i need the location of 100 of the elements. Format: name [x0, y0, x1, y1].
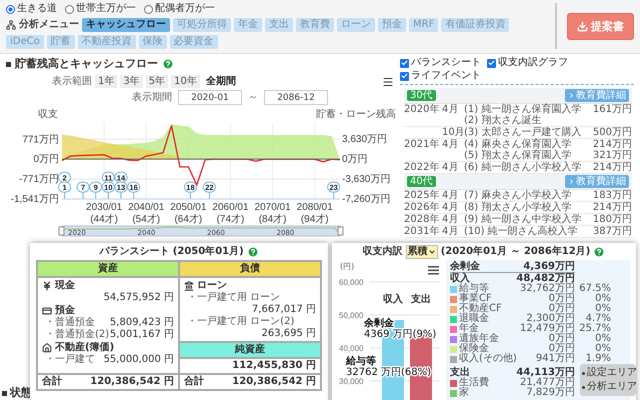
summary-label: 収入 — [450, 273, 470, 284]
tick-label: 771万円 — [22, 134, 59, 146]
mode-select[interactable]: 累積 — [406, 245, 438, 259]
menu-icon[interactable] — [382, 76, 394, 88]
card-icon — [42, 306, 52, 316]
date-field[interactable]: 2020-01 — [178, 90, 242, 105]
range-button[interactable]: 全期間 — [202, 75, 239, 88]
age-badge: 40代 — [407, 176, 436, 187]
radio-button[interactable] — [65, 4, 74, 14]
separator: ～ — [248, 92, 258, 104]
event-amount: 214万円 — [592, 162, 632, 173]
checkbox[interactable] — [487, 58, 496, 68]
help-icon[interactable] — [162, 58, 174, 70]
section-title: 貯蓄残高とキャッシュフロー — [15, 58, 158, 70]
checkbox-label[interactable]: 収支内訳グラフ — [498, 57, 568, 69]
item-label: ・一戸建て用 ローン(2) — [187, 316, 294, 328]
bullet-icon — [582, 372, 585, 374]
radio-label[interactable]: 生きる道 — [17, 3, 57, 15]
event-amount: 500万円 — [592, 127, 632, 138]
age-badge: 30代 — [407, 90, 436, 101]
item-amount: 55,000,000 円 — [104, 354, 174, 366]
checkbox[interactable] — [400, 72, 409, 80]
range-button[interactable]: 3年 — [120, 75, 143, 88]
checkbox-label[interactable]: ライフイベント — [411, 70, 481, 82]
year-cell: 2025年 — [404, 190, 440, 201]
checkbox[interactable] — [400, 58, 409, 68]
legend-label: 事業CF — [459, 294, 492, 304]
event-label: (10) 純一朗さん高校入学 — [464, 226, 578, 237]
download-icon — [577, 20, 588, 32]
total-label: 合計 — [184, 376, 204, 388]
item-amount: 54,575,952 円 — [104, 292, 174, 304]
event-label: (1) 純一朗さん保育園入学 — [464, 104, 582, 115]
legend-label: 遺族年金 — [459, 334, 500, 344]
legend-amount: 32,762万円 — [520, 284, 575, 294]
month-cell: 4月 — [442, 214, 458, 225]
month-cell: 4月 — [442, 226, 458, 237]
item-amount: 5,809,423 円 — [110, 317, 174, 329]
event-label: (8) 翔太さん小学校入学 — [464, 202, 572, 213]
event-label: (6) 純一朗さん小学校入学 — [464, 162, 582, 173]
radio-button[interactable] — [144, 4, 153, 14]
tooltip-text[interactable]: 分析エリア — [587, 381, 637, 393]
event-label: (3) 太郎さん一戸建て購入 — [464, 127, 582, 138]
legend-amount: 0万円 — [548, 294, 575, 304]
range-button[interactable]: 10年 — [171, 75, 200, 88]
legend-share: 0% — [595, 304, 611, 314]
item-amount: 7,667,017 円 — [252, 304, 316, 316]
summary-amount: 44,113万円 — [516, 367, 575, 378]
tick-label: 2040/01 — [128, 202, 164, 213]
tick-label: 50,000 — [339, 311, 364, 320]
legend-amount: 941万円 — [536, 354, 575, 364]
checkbox-label[interactable]: バランスシート — [411, 57, 481, 69]
month-cell: 4月 — [442, 104, 458, 115]
total-amount: 120,386,542 円 — [90, 376, 174, 388]
legend-label: 家 — [459, 388, 470, 398]
age-label: (54才) — [132, 214, 160, 225]
navigator-handle[interactable] — [58, 226, 64, 236]
legend-share: 0% — [595, 344, 611, 354]
month-cell: 4月 — [442, 190, 458, 201]
legend-amount: 21,477万円 — [520, 378, 575, 388]
event-amount: 387万円 — [592, 226, 632, 237]
radio-button[interactable] — [6, 4, 15, 14]
tick-label: 3,630万円 — [342, 134, 388, 146]
event-label: (9) 純一朗さん中学校入学 — [464, 214, 582, 225]
event-amount: 321万円 — [592, 150, 632, 161]
period-text: (2020年01月 ～ 2086年12月) — [440, 246, 590, 258]
group-title: 不動産(簿価) — [55, 342, 114, 354]
column-header: 純資産 — [180, 343, 320, 357]
column-header: 負債 — [180, 262, 320, 276]
navigator-handle[interactable] — [338, 226, 344, 236]
event-amount: 214万円 — [592, 139, 632, 150]
event-amount: 214万円 — [592, 202, 632, 213]
month-cell: 4月 — [442, 139, 458, 150]
tick-label: 2060/01 — [212, 202, 249, 213]
year-cell: 2020年 — [404, 104, 440, 115]
menu-tab[interactable]: キャッシュフロー — [82, 18, 170, 32]
radio-label[interactable]: 世帯主万が一 — [76, 3, 136, 15]
tick-label: -3,630万円 — [342, 174, 390, 186]
tick-label: 2070/01 — [254, 202, 291, 213]
legend-label: 年金 — [459, 324, 479, 334]
legend-amount: 2,300万円 — [526, 314, 575, 324]
range-button[interactable]: 1年 — [95, 75, 118, 88]
net-amount: 112,455,830 円 — [232, 360, 316, 372]
help-icon[interactable] — [246, 246, 259, 258]
date-field[interactable]: 2086-12 — [264, 90, 328, 105]
legend-amount: 0万円 — [548, 344, 575, 354]
tooltip-text[interactable]: 設定エリア — [587, 367, 637, 379]
item-amount: 263,695 円 — [261, 328, 316, 340]
column-header: 資産 — [38, 262, 178, 276]
tick-label: 30,000 — [339, 377, 364, 386]
year-cell: 2021年 — [404, 139, 440, 150]
range-button[interactable]: 5年 — [146, 75, 168, 88]
legend-amount: 0万円 — [548, 304, 575, 314]
tick-label: -7,260万円 — [342, 194, 390, 205]
help-icon[interactable] — [593, 246, 606, 258]
menu-icon[interactable] — [428, 266, 439, 275]
item-label: ・一戸建て用 ローン — [187, 292, 280, 304]
year-cell: 2022年 — [404, 162, 440, 173]
radio-label[interactable]: 配偶者万が一 — [155, 3, 215, 15]
panel-title: 収支内訳 — [362, 246, 403, 258]
tick-label: -1,541万円 — [10, 194, 59, 205]
